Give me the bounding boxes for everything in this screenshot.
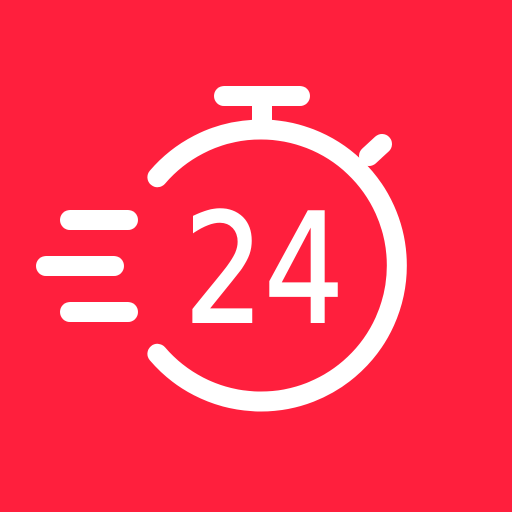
stopwatch-icon: 24 [0,0,512,512]
stopwatch-side-button [359,134,392,166]
app-icon-24-hours: 24 [0,0,512,512]
number-label: 24 [184,181,344,358]
